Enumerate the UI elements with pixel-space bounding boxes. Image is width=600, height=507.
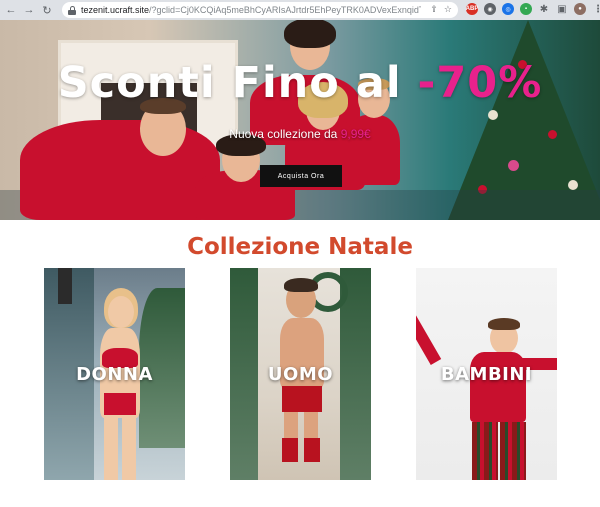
hero-banner: Sconti Fino al -70% Nuova collezione da … [0, 20, 600, 220]
address-bar[interactable]: tezenit.ucraft.site/?gclid=Cj0KCQiAq5meB… [62, 2, 458, 18]
share-icon[interactable]: ⇪ [430, 4, 438, 15]
reload-icon[interactable]: ↻ [40, 3, 54, 17]
lock-icon[interactable] [68, 5, 76, 15]
extension-icon[interactable]: ◉ [484, 3, 496, 15]
hero-title: Sconti Fino al -70% [0, 58, 600, 108]
hero-subtitle-text: Nuova collezione da [229, 127, 341, 141]
sidebar-icon[interactable]: ▣ [556, 3, 568, 15]
profile-avatar[interactable]: ● [574, 3, 586, 15]
browser-toolbar: ← → ↻ tezenit.ucraft.site/?gclid=Cj0KCQi… [0, 0, 600, 20]
hero-subtitle: Nuova collezione da 9,99€ [0, 127, 600, 141]
menu-icon[interactable]: ⋮ [592, 3, 600, 15]
back-icon[interactable]: ← [4, 3, 18, 17]
category-label-bambini: BAMBINI [440, 364, 533, 385]
collection-title: Collezione Natale [187, 234, 413, 260]
extension-icon[interactable]: ◎ [502, 3, 514, 15]
category-card-donna[interactable]: DONNA [44, 268, 185, 480]
category-card-bambini[interactable]: BAMBINI [416, 268, 557, 480]
hero-discount: -70% [417, 58, 543, 108]
category-label-donna: DONNA [76, 364, 153, 385]
shop-now-button[interactable]: Acquista Ora [260, 165, 342, 187]
url-host: tezenit.ucraft.site [81, 5, 150, 15]
puzzle-extensions-icon[interactable]: ✱ [538, 3, 550, 15]
extension-icon[interactable]: ▪ [520, 3, 532, 15]
adblock-extension-icon[interactable]: ABP [466, 3, 478, 15]
url-text[interactable]: tezenit.ucraft.site/?gclid=Cj0KCQiAq5meB… [81, 5, 421, 15]
hero-title-main: Sconti Fino al [57, 58, 418, 108]
forward-icon[interactable]: → [22, 3, 36, 17]
hero-subtitle-price: 9,99€ [340, 127, 371, 141]
url-path: /?gclid=Cj0KCQiAq5meBhCyARIsAJrtdr5EhPey… [149, 5, 421, 15]
bookmark-star-icon[interactable]: ☆ [444, 4, 452, 15]
category-card-uomo[interactable]: UOMO [230, 268, 371, 480]
category-label-uomo: UOMO [267, 364, 334, 385]
